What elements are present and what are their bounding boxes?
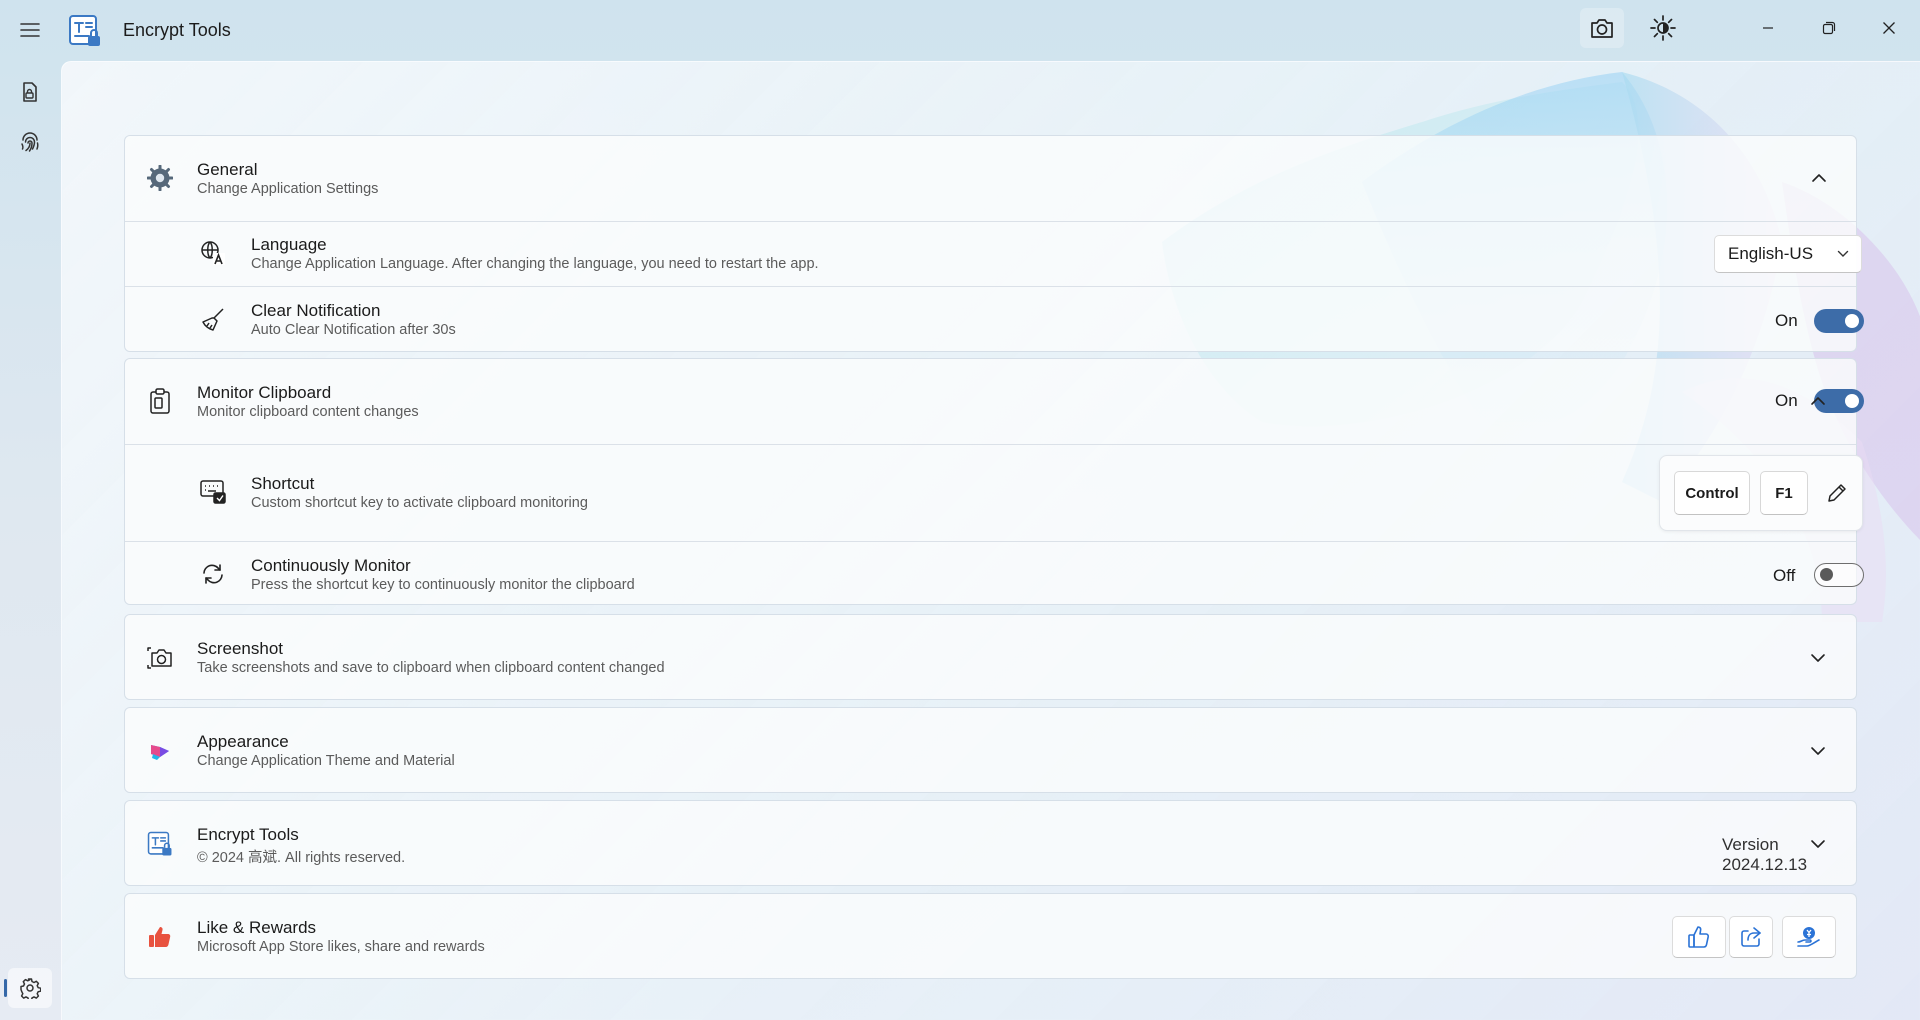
theme-toggle-button[interactable] xyxy=(1641,8,1685,48)
edit-shortcut-button[interactable] xyxy=(1820,476,1854,510)
language-row: Language Change Application Language. Af… xyxy=(125,221,1862,286)
gear-icon xyxy=(146,164,174,192)
menu-button[interactable] xyxy=(10,10,50,50)
clear-notification-toggle[interactable] xyxy=(1814,309,1864,333)
like-rewards-description: Microsoft App Store likes, share and rew… xyxy=(197,939,485,955)
clipboard-icon xyxy=(146,387,174,415)
reward-icon xyxy=(1797,927,1820,947)
shortcut-keys-panel: Control F1 xyxy=(1659,455,1863,531)
settings-page: General Change Application Settings Lang… xyxy=(61,61,1920,1020)
keyboard-shortcut-icon xyxy=(199,477,227,505)
sidebar-item-settings[interactable] xyxy=(8,968,52,1008)
share-icon xyxy=(1741,927,1761,947)
shortcut-title: Shortcut xyxy=(251,474,315,493)
like-icon xyxy=(146,923,174,951)
clear-notification-state: On xyxy=(1775,311,1798,330)
clear-notification-title: Clear Notification xyxy=(251,301,381,320)
appearance-description: Change Application Theme and Material xyxy=(197,753,455,769)
clear-notification-row: Clear Notification Auto Clear Notificati… xyxy=(125,286,1864,353)
minimize-button[interactable] xyxy=(1745,8,1791,48)
language-dropdown-value: English-US xyxy=(1728,244,1814,263)
fingerprint-icon xyxy=(21,132,39,152)
like-rewards-title: Like & Rewards xyxy=(197,918,317,937)
repeat-icon xyxy=(199,560,227,588)
like-rewards-card: Like & Rewards Microsoft App Store likes… xyxy=(124,893,1857,979)
shortcut-row: Shortcut Custom shortcut key to activate… xyxy=(125,444,1863,541)
copyright-text: © 2024 高斌. All rights reserved. xyxy=(197,850,406,866)
language-dropdown[interactable]: English-US xyxy=(1714,235,1862,273)
settings-icon xyxy=(20,978,41,999)
screenshot-description: Take screenshots and save to clipboard w… xyxy=(197,660,665,676)
brightness-icon xyxy=(1650,15,1676,41)
general-description: Change Application Settings xyxy=(197,181,379,197)
shortcut-key-control: Control xyxy=(1674,471,1750,515)
share-button[interactable] xyxy=(1729,916,1773,958)
continuously-monitor-row: Continuously Monitor Press the shortcut … xyxy=(125,541,1864,606)
clear-notification-description: Auto Clear Notification after 30s xyxy=(251,322,456,338)
shortcut-key-f1: F1 xyxy=(1760,471,1808,515)
sidebar-item-file-encrypt[interactable] xyxy=(8,72,52,112)
chevron-up-icon[interactable] xyxy=(1804,387,1832,415)
appearance-card[interactable]: Appearance Change Application Theme and … xyxy=(124,707,1857,793)
chevron-down-icon[interactable] xyxy=(1804,830,1832,858)
sidebar xyxy=(0,60,60,1020)
close-icon xyxy=(1883,22,1895,34)
general-card: General Change Application Settings Lang… xyxy=(124,135,1864,353)
continuously-monitor-state: Off xyxy=(1773,566,1796,585)
thumbs-up-icon xyxy=(1688,926,1710,948)
screenshot-camera-icon xyxy=(146,644,174,672)
pencil-icon xyxy=(1828,484,1846,502)
language-description: Change Application Language. After chang… xyxy=(251,256,819,272)
screenshot-button[interactable] xyxy=(1580,8,1624,48)
file-lock-icon xyxy=(23,82,37,102)
close-button[interactable] xyxy=(1866,8,1912,48)
language-title: Language xyxy=(251,235,327,254)
app-logo-icon xyxy=(68,14,102,48)
monitor-clipboard-title: Monitor Clipboard xyxy=(197,383,332,402)
continuously-monitor-description: Press the shortcut key to continuously m… xyxy=(251,577,635,593)
title-bar: Encrypt Tools xyxy=(0,0,1920,60)
palette-icon xyxy=(146,737,174,765)
sidebar-selection-indicator xyxy=(4,979,7,997)
camera-icon xyxy=(1591,19,1613,38)
appearance-title: Appearance xyxy=(197,732,289,751)
about-card[interactable]: Encrypt Tools © 2024 高斌. All rights rese… xyxy=(124,800,1857,886)
version-label: Version 2024.12.13 xyxy=(1722,835,1808,874)
chevron-down-icon[interactable] xyxy=(1804,737,1832,765)
monitor-clipboard-description: Monitor clipboard content changes xyxy=(197,404,419,420)
broom-icon xyxy=(199,306,227,334)
monitor-clipboard-header[interactable]: Monitor Clipboard Monitor clipboard cont… xyxy=(125,359,1864,444)
chevron-down-icon xyxy=(1837,250,1849,257)
restore-icon xyxy=(1822,21,1836,35)
language-icon xyxy=(199,239,227,267)
shortcut-description: Custom shortcut key to activate clipboar… xyxy=(251,495,588,511)
screenshot-card[interactable]: Screenshot Take screenshots and save to … xyxy=(124,614,1857,700)
screenshot-title: Screenshot xyxy=(197,639,283,658)
reward-button[interactable] xyxy=(1782,916,1836,958)
maximize-button[interactable] xyxy=(1806,8,1852,48)
sidebar-item-fingerprint[interactable] xyxy=(8,122,52,162)
app-logo-small-icon xyxy=(146,830,174,858)
general-header[interactable]: General Change Application Settings xyxy=(125,136,1856,221)
like-button[interactable] xyxy=(1672,916,1726,958)
minimize-icon xyxy=(1763,27,1773,29)
continuously-monitor-toggle[interactable] xyxy=(1814,563,1864,587)
monitor-clipboard-state: On xyxy=(1775,391,1798,410)
continuously-monitor-title: Continuously Monitor xyxy=(251,556,411,575)
general-title: General xyxy=(197,160,258,179)
collapse-chevron-up-icon[interactable] xyxy=(1805,164,1833,192)
monitor-clipboard-card: Monitor Clipboard Monitor clipboard cont… xyxy=(124,358,1864,606)
about-title: Encrypt Tools xyxy=(197,825,299,844)
chevron-down-icon[interactable] xyxy=(1804,644,1832,672)
app-title: Encrypt Tools xyxy=(123,20,231,40)
menu-icon xyxy=(20,23,40,37)
